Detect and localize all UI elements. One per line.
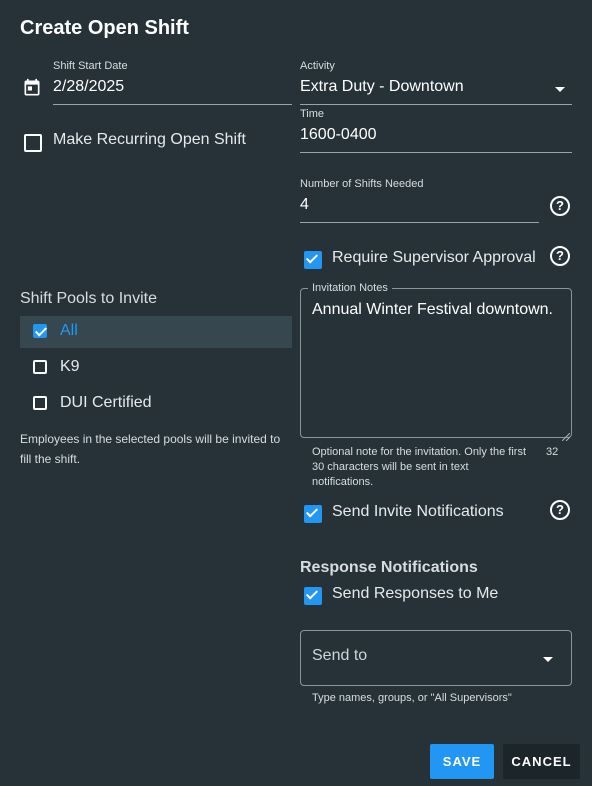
pool-checkbox-dui[interactable] — [33, 396, 47, 410]
shift-start-date-input[interactable]: 2/28/2025 — [53, 78, 124, 96]
send-to-placeholder: Send to — [312, 647, 368, 664]
shift-start-date-label: Shift Start Date — [53, 60, 128, 72]
send-invite-checkbox[interactable] — [304, 505, 322, 523]
resize-handle-icon[interactable] — [561, 428, 571, 442]
pools-helper-text: Employees in the selected pools will be … — [20, 432, 281, 466]
pool-label-dui: DUI Certified — [60, 394, 152, 411]
pool-checkbox-k9[interactable] — [33, 360, 47, 374]
calendar-icon[interactable] — [22, 78, 42, 98]
invitation-notes-label: Invitation Notes — [308, 282, 392, 294]
send-responses-checkbox[interactable] — [304, 587, 322, 605]
pool-checkbox-all[interactable] — [33, 324, 47, 338]
invitation-notes-text[interactable]: Annual Winter Festival downtown. — [312, 301, 553, 319]
send-to-dropdown-icon[interactable] — [543, 657, 553, 662]
send-responses-label: Send Responses to Me — [332, 585, 499, 602]
cancel-button[interactable]: CANCEL — [503, 744, 580, 779]
invitation-notes-helper: Optional note for the invitation. Only t… — [312, 446, 527, 488]
activity-dropdown-icon[interactable] — [555, 87, 565, 92]
send-to-helper: Type names, groups, or "All Supervisors" — [312, 692, 512, 704]
save-button[interactable]: SAVE — [430, 744, 494, 779]
shifts-needed-help-icon[interactable]: ? — [550, 196, 570, 216]
shift-start-date-underline — [53, 104, 292, 105]
shifts-needed-label: Number of Shifts Needed — [300, 178, 424, 190]
supervisor-approval-help-icon[interactable]: ? — [550, 246, 570, 266]
pool-label-k9: K9 — [60, 358, 80, 375]
supervisor-approval-checkbox[interactable] — [304, 251, 322, 269]
send-invite-help-icon[interactable]: ? — [550, 500, 570, 520]
time-underline — [300, 152, 572, 153]
shifts-needed-underline — [300, 222, 539, 223]
supervisor-approval-label: Require Supervisor Approval — [332, 249, 536, 266]
activity-label: Activity — [300, 60, 335, 72]
recurring-label: Make Recurring Open Shift — [53, 131, 246, 148]
activity-select[interactable]: Extra Duty - Downtown — [300, 78, 464, 96]
time-label: Time — [300, 108, 325, 120]
time-input[interactable]: 1600-0400 — [300, 126, 377, 144]
activity-underline — [300, 104, 572, 105]
recurring-checkbox[interactable] — [24, 134, 42, 152]
invitation-notes-count: 32 — [546, 446, 559, 458]
dialog-title: Create Open Shift — [20, 17, 189, 39]
shift-pools-heading: Shift Pools to Invite — [20, 290, 157, 307]
pool-label-all: All — [60, 322, 78, 339]
send-invite-label: Send Invite Notifications — [332, 503, 504, 520]
response-notifications-heading: Response Notifications — [300, 559, 478, 576]
shifts-needed-input[interactable]: 4 — [300, 196, 309, 214]
